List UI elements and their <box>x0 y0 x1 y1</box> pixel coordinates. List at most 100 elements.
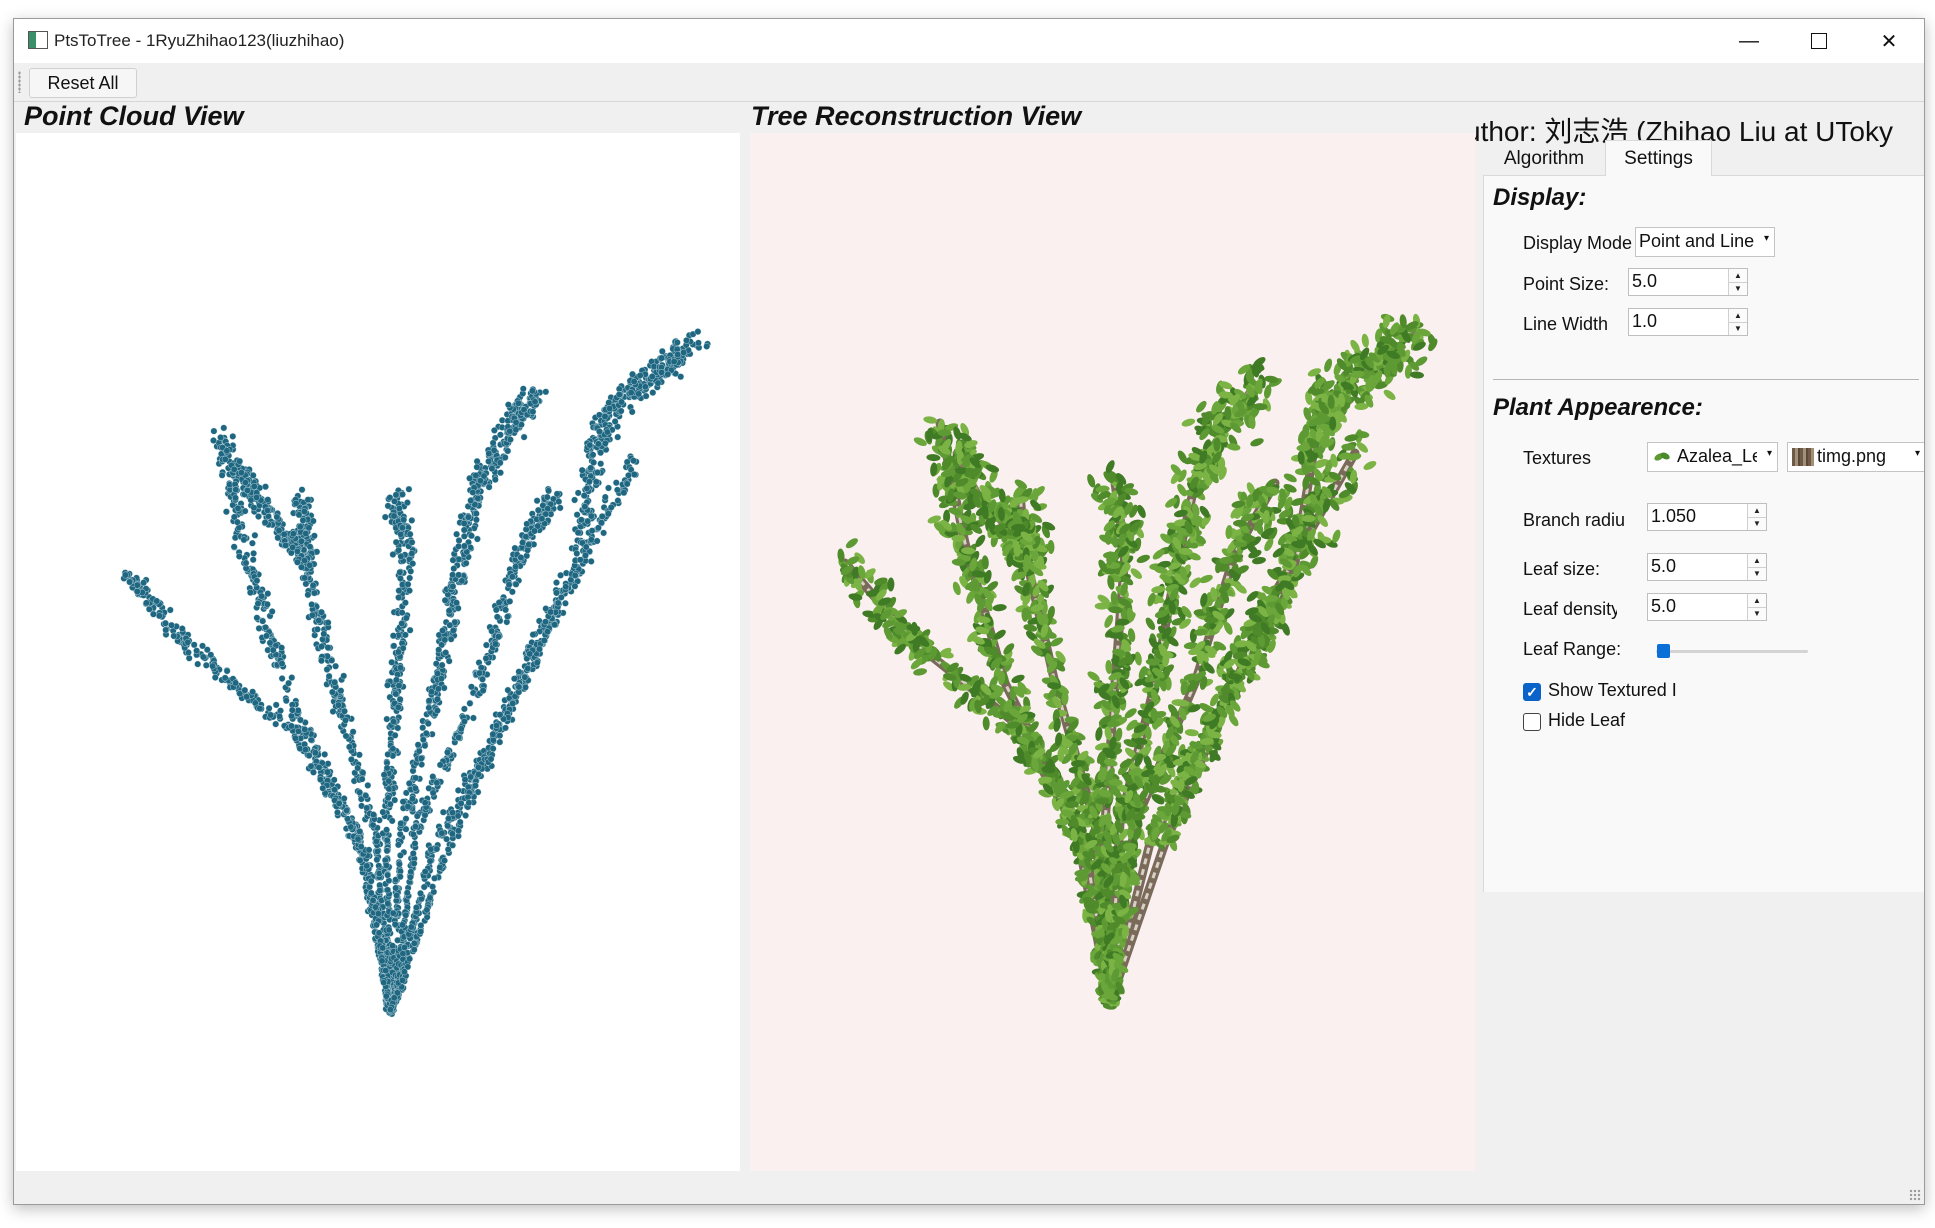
cloud-point <box>343 807 350 814</box>
cloud-point <box>369 821 377 829</box>
cloud-point <box>458 577 466 585</box>
cloud-point <box>199 653 207 661</box>
point-cloud-view-title: Point Cloud View <box>24 101 244 131</box>
cloud-point <box>595 440 602 448</box>
cloud-point <box>356 788 363 796</box>
cloud-point <box>426 894 434 902</box>
cloud-point <box>474 763 482 771</box>
cloud-point <box>222 508 230 516</box>
cloud-point <box>406 530 414 538</box>
cloud-point <box>399 977 406 984</box>
cloud-point <box>496 732 504 739</box>
cloud-point <box>383 836 391 844</box>
cloud-point <box>542 618 549 626</box>
cloud-point <box>453 599 460 607</box>
cloud-point <box>596 428 603 435</box>
cloud-point <box>485 483 493 491</box>
cloud-point <box>347 823 355 831</box>
tree-leaf <box>1130 568 1143 579</box>
cloud-point <box>485 457 492 465</box>
tree-reconstruction-view[interactable] <box>750 133 1475 1172</box>
cloud-point <box>395 682 403 689</box>
cloud-point <box>472 510 480 517</box>
cloud-point <box>491 476 499 483</box>
cloud-point <box>462 559 470 567</box>
cloud-point <box>398 619 406 627</box>
cloud-point <box>296 523 304 531</box>
reset-all-button[interactable]: Reset All <box>29 68 137 98</box>
cloud-point <box>391 920 399 928</box>
cloud-point <box>282 697 290 705</box>
cloud-point <box>627 389 635 396</box>
cloud-point <box>471 782 479 790</box>
cloud-point <box>515 668 523 676</box>
cloud-point <box>309 581 317 589</box>
tree-leaf <box>1095 797 1110 805</box>
cloud-point <box>440 684 448 692</box>
tree-reconstruction-canvas[interactable] <box>750 133 1475 1172</box>
minimize-button[interactable]: — <box>1714 19 1784 63</box>
tree-leaf <box>937 429 952 437</box>
cloud-point <box>439 808 447 816</box>
toolbar-grip-handle[interactable] <box>18 71 21 93</box>
cloud-point <box>153 597 161 605</box>
cloud-point <box>263 632 270 640</box>
cloud-point <box>434 685 442 693</box>
cloud-point <box>243 693 251 701</box>
cloud-point <box>304 496 312 504</box>
cloud-point <box>392 884 400 892</box>
cloud-point <box>310 589 318 597</box>
cloud-point <box>441 596 449 604</box>
cloud-point <box>397 530 405 538</box>
cloud-point <box>465 799 473 807</box>
cloud-point <box>265 704 273 712</box>
cloud-point <box>306 561 314 569</box>
cloud-point <box>396 852 404 859</box>
close-button[interactable]: ✕ <box>1854 19 1924 63</box>
cloud-point <box>460 532 468 540</box>
cloud-point <box>523 552 531 560</box>
cloud-point <box>211 674 219 681</box>
tree-leaf <box>1199 574 1213 584</box>
cloud-point <box>318 657 325 665</box>
cloud-point <box>373 921 380 929</box>
cloud-point <box>362 792 370 800</box>
cloud-point <box>185 654 193 662</box>
cloud-point <box>166 606 174 614</box>
cloud-point <box>583 484 591 492</box>
point-cloud-view[interactable] <box>16 133 740 1172</box>
cloud-point <box>488 465 496 472</box>
cloud-point <box>321 751 329 758</box>
cloud-point <box>436 761 444 769</box>
cloud-point <box>301 574 309 582</box>
cloud-point <box>601 412 609 420</box>
cloud-point <box>320 630 328 638</box>
cloud-point <box>143 599 150 607</box>
cloud-point <box>229 432 237 440</box>
cloud-point <box>582 551 589 559</box>
cloud-point <box>202 661 210 669</box>
cloud-point <box>199 642 206 650</box>
cloud-point <box>324 644 332 651</box>
title-bar[interactable]: PtsToTree - 1RyuZhihao123(liuzhihao) — ✕ <box>14 19 1924 63</box>
tree-leaf <box>1095 727 1103 741</box>
cloud-point <box>355 751 363 759</box>
point-cloud-canvas[interactable] <box>16 133 740 1172</box>
cloud-point <box>345 743 353 751</box>
cloud-point <box>449 627 457 634</box>
toolbar: Reset All <box>14 63 1924 102</box>
cloud-point <box>476 669 483 677</box>
cloud-point <box>255 513 262 520</box>
point-cloud-points <box>120 328 711 1018</box>
cloud-point <box>618 398 625 406</box>
maximize-button[interactable] <box>1784 19 1854 63</box>
tree-view-title: Tree Reconstruction View <box>751 101 1082 131</box>
cloud-point <box>408 550 416 557</box>
cloud-point <box>389 909 397 917</box>
cloud-point <box>593 537 601 545</box>
cloud-point <box>140 579 148 587</box>
cloud-point <box>412 774 420 782</box>
cloud-point <box>407 923 415 931</box>
cloud-point <box>391 497 398 505</box>
cloud-point <box>298 537 305 545</box>
